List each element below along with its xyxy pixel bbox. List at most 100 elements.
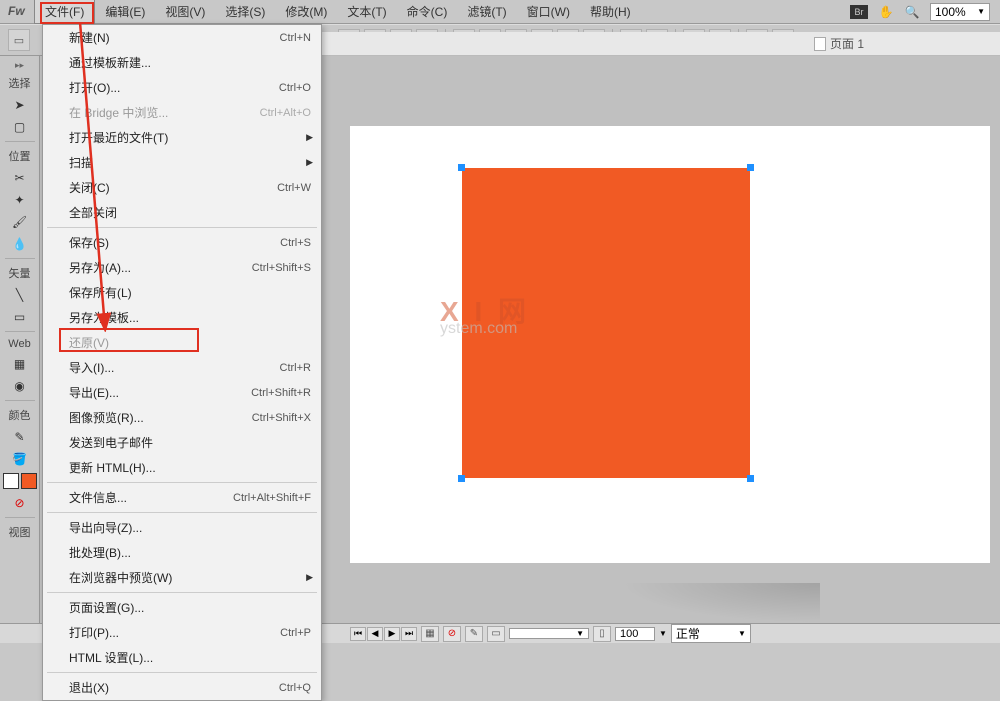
menu-item-label: 更新 HTML(H)...: [69, 459, 156, 476]
zoom-icon[interactable]: 🔍: [904, 4, 920, 20]
page-prev[interactable]: ◀: [367, 627, 383, 641]
status-icon-2[interactable]: ⊘: [443, 626, 461, 642]
hand-icon[interactable]: ✋: [878, 4, 894, 20]
menu-item-label: 通过模板新建...: [69, 54, 151, 71]
menu-item-label: 批处理(B)...: [69, 544, 131, 561]
no-color-tool[interactable]: ⊘: [8, 493, 32, 513]
menu-separator: [47, 482, 317, 483]
pointer-tool[interactable]: ➤: [8, 95, 32, 115]
menu-item-15[interactable]: 导出(E)...Ctrl+Shift+R: [43, 380, 321, 405]
menu-text[interactable]: 文本(T): [337, 0, 396, 23]
page-first[interactable]: ⏮: [350, 627, 366, 641]
bucket-tool[interactable]: 🪣: [8, 449, 32, 469]
menu-modify[interactable]: 修改(M): [275, 0, 337, 23]
menu-item-24[interactable]: 在浏览器中预览(W)▶: [43, 565, 321, 590]
menu-item-17[interactable]: 发送到电子邮件: [43, 430, 321, 455]
selection-handle-bl[interactable]: [458, 475, 465, 482]
bridge-icon[interactable]: Br: [850, 5, 868, 19]
fill-swatch[interactable]: [21, 473, 37, 489]
subselect-tool[interactable]: ▢: [8, 117, 32, 137]
selection-handle-tl[interactable]: [458, 164, 465, 171]
tools-label-web: Web: [8, 338, 30, 350]
status-icon-4[interactable]: ▭: [487, 626, 505, 642]
wand-tool[interactable]: ✦: [8, 190, 32, 210]
menu-item-3: 在 Bridge 中浏览...Ctrl+Alt+O: [43, 100, 321, 125]
drop-tool[interactable]: 💧: [8, 234, 32, 254]
menu-item-label: 在浏览器中预览(W): [69, 569, 172, 586]
selection-handle-br[interactable]: [747, 475, 754, 482]
menu-view[interactable]: 视图(V): [155, 0, 215, 23]
menu-item-26[interactable]: 页面设置(G)...: [43, 595, 321, 620]
menu-command[interactable]: 命令(C): [397, 0, 458, 23]
menu-item-9[interactable]: 保存(S)Ctrl+S: [43, 230, 321, 255]
selected-rectangle[interactable]: [462, 168, 750, 478]
status-select-1[interactable]: ▼: [509, 628, 589, 639]
menu-shortcut: Ctrl+W: [277, 182, 311, 194]
menu-item-label: 图像预览(R)...: [69, 409, 144, 426]
tool-new-doc[interactable]: ▭: [8, 29, 30, 51]
status-opacity[interactable]: 100: [615, 627, 655, 641]
menu-item-label: 扫描: [69, 154, 93, 171]
status-icon-3[interactable]: ✎: [465, 626, 483, 642]
menu-item-label: 发送到电子邮件: [69, 434, 153, 451]
status-icon-5[interactable]: ▯: [593, 626, 611, 642]
menu-item-label: 还原(V): [69, 334, 109, 351]
menu-item-0[interactable]: 新建(N)Ctrl+N: [43, 25, 321, 50]
menu-item-20[interactable]: 文件信息...Ctrl+Alt+Shift+F: [43, 485, 321, 510]
rect-tool[interactable]: ▭: [8, 307, 32, 327]
menu-item-27[interactable]: 打印(P)...Ctrl+P: [43, 620, 321, 645]
menu-edit[interactable]: 编辑(E): [95, 0, 155, 23]
menu-shortcut: Ctrl+Q: [279, 682, 311, 694]
page-tab-1[interactable]: 页面 1: [806, 33, 872, 54]
brush-tool[interactable]: 🖌: [8, 212, 32, 232]
menu-item-6[interactable]: 关闭(C)Ctrl+W: [43, 175, 321, 200]
menu-shortcut: Ctrl+Shift+R: [251, 387, 311, 399]
hotspot-tool[interactable]: ◉: [8, 376, 32, 396]
menu-item-7[interactable]: 全部关闭: [43, 200, 321, 225]
menu-item-16[interactable]: 图像预览(R)...Ctrl+Shift+X: [43, 405, 321, 430]
menu-shortcut: Ctrl+Alt+O: [260, 107, 311, 119]
menu-item-1[interactable]: 通过模板新建...: [43, 50, 321, 75]
app-logo: Fw: [8, 4, 30, 20]
slice-tool[interactable]: ▦: [8, 354, 32, 374]
menu-shortcut: Ctrl+Shift+S: [252, 262, 311, 274]
line-tool[interactable]: ╲: [8, 285, 32, 305]
page-tab-bar: 页面 1: [286, 32, 1000, 56]
stroke-swatch[interactable]: [3, 473, 19, 489]
menu-item-22[interactable]: 导出向导(Z)...: [43, 515, 321, 540]
menu-item-2[interactable]: 打开(O)...Ctrl+O: [43, 75, 321, 100]
selection-handle-tr[interactable]: [747, 164, 754, 171]
page-next[interactable]: ▶: [384, 627, 400, 641]
menu-filter[interactable]: 滤镜(T): [457, 0, 516, 23]
status-blend-mode[interactable]: 正常▼: [671, 624, 751, 643]
menu-item-4[interactable]: 打开最近的文件(T)▶: [43, 125, 321, 150]
menu-item-18[interactable]: 更新 HTML(H)...: [43, 455, 321, 480]
menu-item-label: 退出(X): [69, 679, 109, 696]
menu-item-13: 还原(V): [43, 330, 321, 355]
menu-item-11[interactable]: 保存所有(L): [43, 280, 321, 305]
menu-item-14[interactable]: 导入(I)...Ctrl+R: [43, 355, 321, 380]
menu-item-28[interactable]: HTML 设置(L)...: [43, 645, 321, 670]
menu-item-23[interactable]: 批处理(B)...: [43, 540, 321, 565]
menu-item-5[interactable]: 扫描▶: [43, 150, 321, 175]
eyedropper-tool[interactable]: ✎: [8, 427, 32, 447]
menu-item-label: 文件信息...: [69, 489, 127, 506]
menu-item-10[interactable]: 另存为(A)...Ctrl+Shift+S: [43, 255, 321, 280]
menu-file[interactable]: 文件(F): [34, 0, 95, 24]
menu-window[interactable]: 窗口(W): [517, 0, 580, 23]
page-last[interactable]: ⏭: [401, 627, 417, 641]
crop-tool[interactable]: ✂: [8, 168, 32, 188]
menu-item-label: 页面设置(G)...: [69, 599, 144, 616]
menu-item-30[interactable]: 退出(X) Ctrl+Q: [43, 675, 321, 700]
zoom-level[interactable]: 100% ▼: [930, 3, 990, 21]
tools-label-pos: 位置: [9, 148, 31, 164]
tools-panel: ▸▸ 选择 ➤ ▢ 位置 ✂ ✦ 🖌 💧 矢量 ╲ ▭ Web ▦ ◉ 颜色 ✎…: [0, 56, 40, 623]
menu-separator: [47, 227, 317, 228]
menu-item-12[interactable]: 另存为模板...: [43, 305, 321, 330]
menu-select[interactable]: 选择(S): [215, 0, 275, 23]
tools-toggle-icon[interactable]: ▸▸: [15, 60, 24, 71]
menu-shortcut: Ctrl+N: [280, 32, 311, 44]
menu-help[interactable]: 帮助(H): [580, 0, 641, 23]
menu-item-label: 打开最近的文件(T): [69, 129, 168, 146]
status-icon-1[interactable]: ▦: [421, 626, 439, 642]
